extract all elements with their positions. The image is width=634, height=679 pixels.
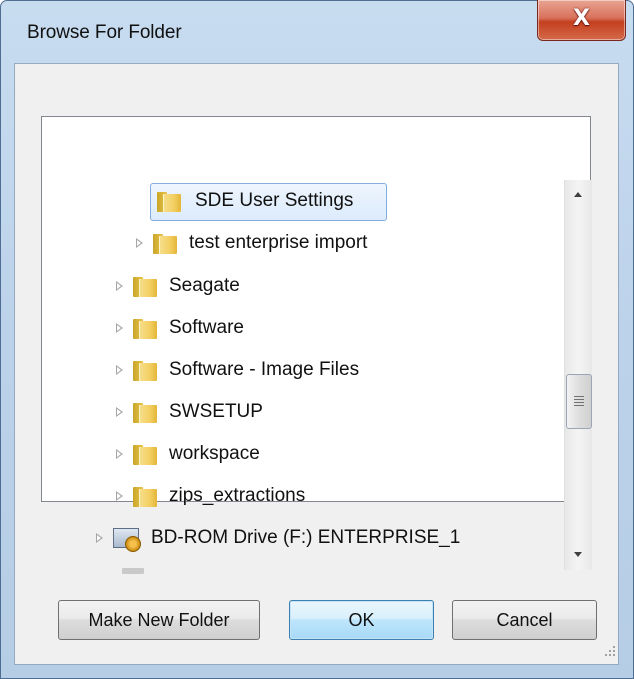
tree-item-software[interactable]: Software — [113, 308, 244, 348]
scroll-down-arrow-icon[interactable] — [565, 541, 591, 569]
close-button[interactable]: X — [537, 0, 626, 41]
tree-item-workspace[interactable]: workspace — [113, 434, 260, 474]
bd-rom-drive-icon — [113, 526, 143, 552]
expand-arrow-icon[interactable] — [113, 486, 127, 506]
tree-item-label: SDE User Settings — [195, 190, 354, 211]
folder-icon — [157, 190, 181, 212]
tree-item-software-image-files[interactable]: Software - Image Files — [113, 350, 359, 390]
expand-arrow-icon[interactable] — [93, 528, 107, 548]
tree-item-swsetup[interactable]: SWSETUP — [113, 392, 263, 432]
tree-item-label: zips_extractions — [169, 485, 306, 506]
folder-icon — [153, 232, 177, 254]
folder-icon — [133, 443, 157, 465]
tree-item-bd-rom-drive[interactable]: BD-ROM Drive (F:) ENTERPRISE_1 — [93, 518, 460, 558]
expand-arrow-icon[interactable] — [113, 444, 127, 464]
folder-icon — [133, 317, 157, 339]
folder-icon — [133, 359, 157, 381]
folder-icon — [133, 401, 157, 423]
expand-arrow-icon[interactable] — [113, 276, 127, 296]
tree-item-label: test enterprise import — [189, 232, 368, 253]
resize-grip-icon[interactable] — [602, 644, 616, 658]
tree-item-seagate[interactable]: Seagate — [113, 266, 240, 306]
scrollbar-thumb[interactable] — [566, 374, 592, 429]
tree-item-zips-extractions[interactable]: zips_extractions — [113, 476, 305, 516]
tree-item-label: SWSETUP — [169, 401, 263, 422]
ok-button[interactable]: OK — [289, 600, 434, 640]
dialog-title: Browse For Folder — [27, 22, 182, 43]
cancel-button[interactable]: Cancel — [452, 600, 597, 640]
tree-item-label: Seagate — [169, 275, 240, 296]
expand-arrow-icon[interactable] — [113, 402, 127, 422]
make-new-folder-button[interactable]: Make New Folder — [58, 600, 260, 640]
tree-item-label: BD-ROM Drive (F:) ENTERPRISE_1 — [151, 527, 461, 548]
partial-item-icon — [122, 568, 144, 574]
folder-icon — [133, 275, 157, 297]
tree-item-test-enterprise-import[interactable]: test enterprise import — [133, 223, 367, 263]
close-icon: X — [573, 6, 590, 31]
folder-icon — [133, 485, 157, 507]
tree-item-sde-user-settings[interactable]: SDE User Settings — [157, 181, 353, 221]
tree-item-label: Software - Image Files — [169, 359, 360, 380]
expand-arrow-icon[interactable] — [113, 318, 127, 338]
tree-item-label: Software — [169, 317, 244, 338]
expand-arrow-icon[interactable] — [133, 233, 147, 253]
scroll-up-arrow-icon[interactable] — [565, 181, 591, 209]
tree-item-label: workspace — [169, 443, 260, 464]
expand-arrow-icon[interactable] — [113, 360, 127, 380]
